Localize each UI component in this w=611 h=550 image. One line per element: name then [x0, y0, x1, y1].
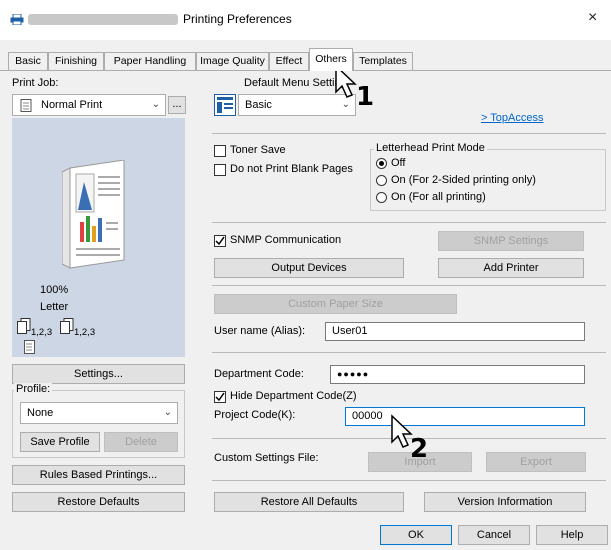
profile-select[interactable]: None ⌄	[20, 402, 178, 424]
delete-profile-button[interactable]: Delete	[104, 432, 178, 452]
page-preview-icon	[62, 160, 125, 269]
help-button[interactable]: Help	[536, 525, 608, 545]
restore-defaults-button[interactable]: Restore Defaults	[12, 492, 185, 512]
add-printer-button[interactable]: Add Printer	[438, 258, 584, 278]
tab-finishing[interactable]: Finishing	[48, 52, 104, 70]
tab-paper-handling[interactable]: Paper Handling	[104, 52, 196, 70]
print-job-more-button[interactable]: ...	[168, 96, 186, 114]
restore-all-defaults-button[interactable]: Restore All Defaults	[214, 492, 404, 512]
print-job-label: Print Job:	[12, 77, 59, 89]
snmp-communication-label: SNMP Communication	[230, 234, 342, 246]
callout-step-2: 2	[410, 434, 429, 464]
department-code-input[interactable]: ●●●●●	[330, 365, 585, 384]
tab-divider	[0, 70, 611, 71]
save-profile-button[interactable]: Save Profile	[20, 432, 100, 452]
output-order-1: 1,2,3	[31, 327, 53, 338]
close-icon[interactable]: ×	[588, 9, 597, 27]
menu-layout-icon	[214, 94, 236, 116]
export-button[interactable]: Export	[486, 452, 586, 472]
separator	[212, 480, 606, 481]
letterhead-title: Letterhead Print Mode	[374, 142, 487, 154]
letterhead-off-label: Off	[391, 157, 406, 169]
paper-size: Letter	[40, 301, 69, 313]
settings-button[interactable]: Settings...	[12, 364, 185, 384]
print-job-select[interactable]: Normal Print ⌄	[12, 94, 166, 116]
toner-save-label: Toner Save	[230, 144, 286, 156]
separator	[212, 133, 606, 134]
separator	[212, 222, 606, 223]
letterhead-all-label: On (For all printing)	[391, 191, 486, 203]
printer-icon	[10, 14, 24, 25]
profile-label: Profile:	[14, 383, 53, 395]
separator	[212, 285, 606, 286]
tab-templates[interactable]: Templates	[353, 52, 413, 70]
tab-effect[interactable]: Effect	[269, 52, 309, 70]
default-menu-label: Default Menu Setting	[244, 77, 347, 89]
page-stack-icon	[17, 318, 31, 334]
callout-step-1: 1	[356, 82, 375, 112]
window-title: Printing Preferences	[183, 12, 292, 26]
no-blank-pages-checkbox[interactable]	[214, 164, 226, 176]
hide-department-code-checkbox[interactable]	[214, 391, 226, 403]
project-code-input[interactable]: 00000	[345, 407, 585, 426]
version-information-button[interactable]: Version Information	[424, 492, 586, 512]
user-name-label: User name (Alias):	[214, 325, 306, 337]
custom-settings-file-label: Custom Settings File:	[214, 452, 319, 464]
check-icon	[215, 392, 225, 402]
separator	[212, 352, 606, 353]
output-order-2: 1,2,3	[74, 327, 96, 338]
tab-others[interactable]: Others	[309, 48, 353, 71]
letterhead-all-radio[interactable]	[376, 192, 387, 203]
tab-image-quality[interactable]: Image Quality	[196, 52, 269, 70]
output-devices-button[interactable]: Output Devices	[214, 258, 404, 278]
chevron-down-icon: ⌄	[163, 407, 172, 418]
cancel-button[interactable]: Cancel	[458, 525, 530, 545]
profile-value: None	[27, 407, 54, 419]
topaccess-link[interactable]: > TopAccess	[481, 112, 543, 124]
letterhead-off-radio[interactable]	[376, 158, 387, 169]
default-menu-value: Basic	[245, 99, 272, 111]
user-name-input[interactable]: User01	[325, 322, 585, 341]
toner-save-checkbox[interactable]	[214, 145, 226, 157]
rules-based-printings-button[interactable]: Rules Based Printings...	[12, 465, 185, 485]
snmp-communication-checkbox[interactable]	[214, 235, 226, 247]
chevron-down-icon: ⌄	[151, 99, 160, 110]
department-code-label: Department Code:	[214, 368, 304, 380]
ok-button[interactable]: OK	[380, 525, 452, 545]
letterhead-2sided-radio[interactable]	[376, 175, 387, 186]
document-icon	[24, 340, 35, 354]
custom-paper-size-button[interactable]: Custom Paper Size	[214, 294, 457, 314]
page-stack-icon	[60, 318, 74, 334]
hide-department-code-label: Hide Department Code(Z)	[230, 390, 357, 402]
snmp-settings-button[interactable]: SNMP Settings	[438, 231, 584, 251]
project-code-label: Project Code(K):	[214, 409, 296, 421]
document-icon	[20, 99, 32, 112]
blurred-printer-name	[28, 14, 178, 25]
tab-basic[interactable]: Basic	[8, 52, 48, 70]
letterhead-2sided-label: On (For 2-Sided printing only)	[391, 174, 536, 186]
no-blank-pages-label: Do not Print Blank Pages	[230, 163, 353, 175]
zoom-level: 100%	[40, 284, 69, 296]
check-icon	[215, 236, 225, 246]
print-job-value: Normal Print	[41, 99, 103, 111]
